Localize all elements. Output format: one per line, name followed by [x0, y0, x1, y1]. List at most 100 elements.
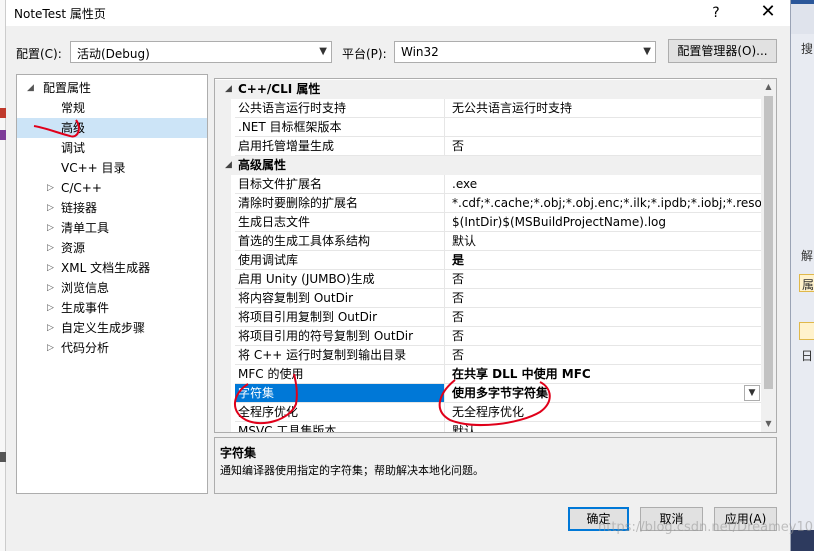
row-gutter — [215, 422, 231, 432]
property-row[interactable]: MFC 的使用 在共享 DLL 中使用 MFC — [215, 365, 762, 384]
dialog-title: NoteTest 属性页 — [14, 7, 106, 21]
tree-item-advanced[interactable]: 高级 — [17, 118, 207, 138]
property-row[interactable]: 将项目引用复制到 OutDir 否 — [215, 308, 762, 327]
title-bar: NoteTest 属性页 ? ✕ — [6, 0, 790, 26]
row-gutter — [215, 403, 231, 422]
tree-item-vc-directories[interactable]: VC++ 目录 — [17, 158, 207, 178]
property-name: 将项目引用的符号复制到 OutDir — [235, 327, 445, 346]
collapsed-arrow-icon: ▷ — [47, 263, 54, 273]
platform-value: Win32 — [401, 45, 439, 59]
property-row-selected[interactable]: 字符集 使用多字节字符集 ▼ — [215, 384, 762, 403]
configuration-select[interactable]: 活动(Debug) ▼ — [70, 41, 332, 63]
expanded-arrow-icon: ◢ — [27, 83, 34, 93]
property-name: 将项目引用复制到 OutDir — [235, 308, 445, 327]
property-name: 生成日志文件 — [235, 213, 445, 232]
tree-item-resources[interactable]: ▷ 资源 — [17, 238, 207, 258]
property-value: .exe — [445, 175, 762, 194]
chevron-down-icon[interactable]: ▼ — [744, 385, 760, 401]
property-row[interactable]: 公共语言运行时支持 无公共语言运行时支持 — [215, 99, 762, 118]
collapsed-arrow-icon: ▷ — [47, 243, 54, 253]
property-value: 无全程序优化 — [445, 403, 762, 422]
tree-item-manifest-tool[interactable]: ▷ 清单工具 — [17, 218, 207, 238]
category-label: 高级属性 — [238, 158, 287, 172]
property-row[interactable]: 使用调试库是 — [215, 251, 762, 270]
tree-item-c-cpp[interactable]: ▷ C/C++ — [17, 178, 207, 198]
tree-item-label: 配置属性 — [43, 81, 92, 95]
row-gutter — [215, 194, 231, 213]
platform-select[interactable]: Win32 ▼ — [394, 41, 656, 63]
category-row[interactable]: ◢ 高级属性 — [215, 156, 762, 175]
property-tree: ◢ 配置属性 常规 高级 调试 VC++ 目录 ▷ C/C++ ▷ 链接器 ▷ 清单工… — [16, 74, 208, 494]
background-panel — [791, 4, 814, 34]
tree-item-custom-build-step[interactable]: ▷ 自定义生成步骤 — [17, 318, 207, 338]
tree-item-browse-info[interactable]: ▷ 浏览信息 — [17, 278, 207, 298]
configuration-label: 配置(C): — [16, 47, 62, 61]
tree-item-label: 代码分析 — [61, 341, 110, 355]
property-name: 启用 Unity (JUMBO)生成 — [235, 270, 445, 289]
tree-item-linker[interactable]: ▷ 链接器 — [17, 198, 207, 218]
property-name: 清除时要删除的扩展名 — [235, 194, 445, 213]
property-row[interactable]: 将内容复制到 OutDir 否 — [215, 289, 762, 308]
property-row[interactable]: 启用 Unity (JUMBO)生成否 — [215, 270, 762, 289]
property-row[interactable]: 将项目引用的符号复制到 OutDir 否 — [215, 327, 762, 346]
description-panel: 字符集 通知编译器使用指定的字符集；帮助解决本地化问题。 — [214, 437, 777, 494]
tree-item-debugging[interactable]: 调试 — [17, 138, 207, 158]
configuration-value: 活动(Debug) — [77, 47, 150, 61]
row-gutter — [215, 270, 231, 289]
tree-item-build-events[interactable]: ▷ 生成事件 — [17, 298, 207, 318]
property-value: $(IntDir)$(MSBuildProjectName).log — [445, 213, 762, 232]
property-name: 使用调试库 — [235, 251, 445, 270]
row-gutter — [215, 137, 231, 156]
property-row[interactable]: 生成日志文件 $(IntDir)$(MSBuildProjectName).log — [215, 213, 762, 232]
property-name: 全程序优化 — [235, 403, 445, 422]
scroll-down-icon[interactable]: ▼ — [761, 416, 776, 432]
tree-item-label: 调试 — [61, 141, 86, 155]
property-value: 默认 — [445, 232, 762, 251]
help-button[interactable]: ? — [706, 3, 726, 23]
property-value: *.cdf;*.cache;*.obj;*.obj.enc;*.ilk;*.ip… — [445, 194, 762, 213]
platform-label: 平台(P): — [342, 47, 387, 61]
row-gutter — [215, 232, 231, 251]
property-row[interactable]: 目标文件扩展名 .exe — [215, 175, 762, 194]
collapsed-arrow-icon: ▷ — [47, 183, 54, 193]
property-name: 首选的生成工具体系结构 — [235, 232, 445, 251]
property-name: 启用托管增量生成 — [235, 137, 445, 156]
row-gutter — [215, 118, 231, 137]
category-row[interactable]: ◢ C++/CLI 属性 — [215, 80, 762, 99]
property-value[interactable]: 使用多字节字符集 — [445, 384, 762, 403]
tree-item-label: 常规 — [61, 101, 86, 115]
property-name: 目标文件扩展名 — [235, 175, 445, 194]
tree-item-code-analysis[interactable]: ▷ 代码分析 — [17, 338, 207, 358]
tree-item-xml-doc-generator[interactable]: ▷ XML 文档生成器 — [17, 258, 207, 278]
close-button[interactable]: ✕ — [748, 1, 788, 25]
vertical-scrollbar[interactable]: ▲ ▼ — [761, 79, 776, 432]
collapsed-arrow-icon: ▷ — [47, 343, 54, 353]
property-row[interactable]: 将 C++ 运行时复制到输出目录否 — [215, 346, 762, 365]
background-text: 解 — [801, 249, 814, 263]
property-name: MSVC 工具集版本 — [235, 422, 445, 432]
property-row[interactable]: 启用托管增量生成否 — [215, 137, 762, 156]
background-text: 属 — [802, 278, 814, 292]
row-gutter — [215, 346, 231, 365]
property-row[interactable]: 首选的生成工具体系结构 默认 — [215, 232, 762, 251]
property-row[interactable]: MSVC 工具集版本 默认 — [215, 422, 762, 432]
row-gutter — [215, 251, 231, 270]
scrollbar-thumb[interactable] — [764, 96, 773, 389]
property-name: .NET 目标框架版本 — [235, 118, 445, 137]
property-row[interactable]: 清除时要删除的扩展名 *.cdf;*.cache;*.obj;*.obj.enc;… — [215, 194, 762, 213]
property-row[interactable]: 全程序优化 无全程序优化 — [215, 403, 762, 422]
property-row[interactable]: .NET 目标框架版本 — [215, 118, 762, 137]
scroll-up-icon[interactable]: ▲ — [761, 79, 776, 95]
collapsed-arrow-icon: ▷ — [47, 283, 54, 293]
configuration-manager-button[interactable]: 配置管理器(O)... — [668, 39, 777, 63]
tree-item-general[interactable]: 常规 — [17, 98, 207, 118]
tree-item-config-properties[interactable]: ◢ 配置属性 — [17, 78, 207, 98]
property-name: 字符集 — [235, 384, 445, 403]
row-gutter — [215, 327, 231, 346]
watermark: https://blog.csdn.net/Dreamey1017 — [598, 520, 814, 535]
collapse-arrow-icon: ◢ — [225, 84, 232, 94]
row-gutter — [215, 175, 231, 194]
collapse-arrow-icon: ◢ — [225, 160, 232, 170]
row-gutter — [215, 213, 231, 232]
row-gutter — [215, 384, 231, 403]
